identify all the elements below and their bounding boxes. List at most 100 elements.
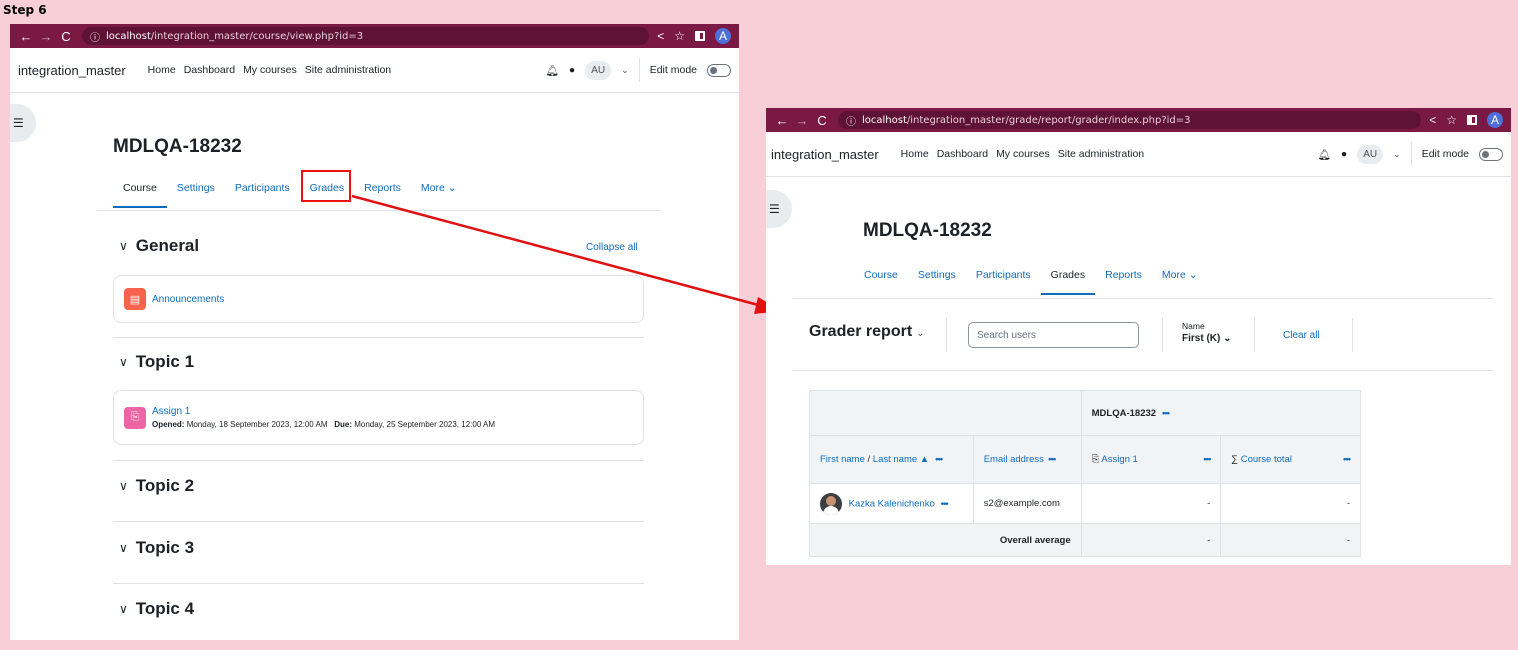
actions-menu-icon[interactable]: •••: [1203, 454, 1211, 465]
course-index-toggle[interactable]: ☰: [10, 104, 36, 142]
forward-icon[interactable]: →: [792, 113, 812, 128]
tab-participants[interactable]: Participants: [225, 182, 300, 194]
edit-mode-toggle[interactable]: [1479, 147, 1503, 161]
divider: [1162, 318, 1163, 352]
nav-dashboard[interactable]: Dashboard: [937, 148, 988, 160]
notification-bell-icon[interactable]: 🔔︎: [546, 64, 559, 77]
forum-icon: ▤: [124, 288, 146, 310]
back-icon[interactable]: ←: [16, 29, 36, 44]
bookmark-star-icon[interactable]: ☆: [1446, 113, 1457, 127]
address-bar[interactable]: ⓘ localhost/integration_master/course/vi…: [82, 27, 650, 45]
nav-my-courses[interactable]: My courses: [243, 64, 297, 76]
back-icon[interactable]: ←: [772, 113, 792, 128]
edit-mode-toggle[interactable]: [707, 63, 731, 77]
course-tabs: Course Settings Participants Grades Repo…: [113, 182, 467, 208]
actions-menu-icon[interactable]: •••: [1047, 454, 1056, 465]
tab-reports[interactable]: Reports: [1095, 269, 1152, 281]
url-path: /integration_master/course/view.php?id=3: [150, 30, 364, 42]
section-general-header[interactable]: ∨ General: [119, 236, 199, 256]
report-title: Grader report: [809, 323, 913, 340]
site-brand[interactable]: integration_master: [18, 63, 126, 78]
grader-report-selector[interactable]: Grader report ⌄: [809, 323, 925, 341]
student-email-cell: s2@example.com: [972, 483, 1082, 524]
forward-icon[interactable]: →: [36, 29, 56, 44]
course-index-toggle[interactable]: ☰: [766, 190, 792, 228]
actions-menu-icon[interactable]: •••: [1343, 454, 1351, 465]
reload-icon[interactable]: C: [812, 113, 832, 128]
share-icon[interactable]: <: [1429, 113, 1436, 127]
sort-first-name-link[interactable]: First name: [820, 454, 865, 465]
section-topic1-header[interactable]: ∨ Topic 1: [119, 352, 194, 372]
collapse-all-link[interactable]: Collapse all: [586, 242, 638, 253]
url-path: /integration_master/grade/report/grader/…: [906, 114, 1191, 126]
tab-settings[interactable]: Settings: [908, 269, 966, 281]
sigma-icon: ∑: [1231, 454, 1239, 465]
tab-settings[interactable]: Settings: [167, 182, 225, 194]
messages-icon[interactable]: ●: [1341, 148, 1347, 160]
notification-bell-icon[interactable]: 🔔︎: [1318, 148, 1331, 161]
clear-all-link[interactable]: Clear all: [1283, 330, 1320, 341]
assignment-icon: ⎘: [124, 406, 146, 429]
section-title: Topic 1: [135, 352, 195, 371]
share-icon[interactable]: <: [657, 29, 664, 43]
actions-menu-icon[interactable]: •••: [932, 454, 943, 465]
user-menu-avatar[interactable]: AU: [585, 60, 612, 80]
address-bar[interactable]: ⓘ localhost/integration_master/grade/rep…: [838, 111, 1422, 129]
section-title: Topic 3: [135, 538, 195, 557]
site-info-icon[interactable]: ⓘ: [90, 29, 100, 44]
side-panel-icon[interactable]: [1467, 115, 1477, 125]
section-divider: [113, 521, 644, 522]
divider: [1254, 318, 1255, 352]
tab-course[interactable]: Course: [854, 269, 908, 281]
nav-my-courses[interactable]: My courses: [996, 148, 1050, 160]
user-menu-avatar[interactable]: AU: [1357, 144, 1384, 164]
chevron-down-icon: ∨: [119, 479, 128, 493]
sort-last-name-link[interactable]: Last name: [873, 454, 917, 465]
site-brand[interactable]: integration_master: [771, 147, 879, 162]
tab-course[interactable]: Course: [113, 182, 167, 208]
nav-site-admin[interactable]: Site administration: [305, 64, 391, 76]
student-assign-grade[interactable]: -: [1080, 483, 1222, 524]
section-topic3-header[interactable]: ∨ Topic 3: [119, 538, 194, 558]
nav-dashboard[interactable]: Dashboard: [184, 64, 235, 76]
site-info-icon[interactable]: ⓘ: [846, 113, 856, 128]
section-title: Topic 4: [135, 599, 195, 618]
filter-divider: [792, 370, 1493, 371]
chevron-down-icon[interactable]: ⌄: [1393, 149, 1401, 160]
profile-avatar[interactable]: A: [1487, 112, 1503, 128]
search-users-input[interactable]: Search users: [968, 322, 1139, 348]
moodle-navbar: integration_master Home Dashboard My cou…: [10, 48, 739, 93]
grader-table: MDLQA-18232 ••• First name / Last name ▲…: [809, 390, 1362, 557]
side-panel-icon[interactable]: [695, 31, 705, 41]
bookmark-star-icon[interactable]: ☆: [674, 29, 685, 43]
tab-more[interactable]: More ⌄: [411, 182, 467, 194]
assign-1-link[interactable]: Assign 1: [1101, 454, 1137, 465]
chevron-down-icon[interactable]: ⌄: [621, 65, 629, 76]
tab-grades[interactable]: Grades: [1040, 269, 1096, 295]
tab-reports[interactable]: Reports: [354, 182, 411, 194]
section-topic2-header[interactable]: ∨ Topic 2: [119, 476, 194, 496]
name-column-header: First name / Last name ▲ •••: [809, 435, 974, 484]
name-filter[interactable]: Name First (K) ⌄: [1182, 321, 1232, 344]
sort-email-link[interactable]: Email address: [984, 454, 1044, 465]
nav-home[interactable]: Home: [901, 148, 929, 160]
nav-home[interactable]: Home: [148, 64, 176, 76]
tab-participants[interactable]: Participants: [966, 269, 1041, 281]
messages-icon[interactable]: ●: [569, 64, 575, 76]
activity-assign-1[interactable]: ⎘ Assign 1 Opened: Monday, 18 September …: [113, 390, 644, 445]
activity-announcements[interactable]: ▤ Announcements: [113, 275, 644, 323]
reload-icon[interactable]: C: [56, 29, 76, 44]
chevron-down-icon: ∨: [119, 239, 128, 253]
profile-avatar[interactable]: A: [715, 28, 731, 44]
student-name-link[interactable]: Kazka Kalenichenko: [849, 498, 935, 509]
activity-name[interactable]: Announcements: [152, 294, 224, 305]
tab-more[interactable]: More ⌄: [1152, 269, 1208, 281]
section-topic4-header[interactable]: ∨ Topic 4: [119, 599, 194, 619]
nav-site-admin[interactable]: Site administration: [1058, 148, 1144, 160]
table-row: MDLQA-18232 •••: [809, 390, 1362, 436]
course-title: MDLQA-18232: [113, 136, 242, 157]
table-row: First name / Last name ▲ ••• Email addre…: [809, 435, 1361, 484]
actions-menu-icon[interactable]: •••: [937, 498, 949, 509]
actions-menu-icon[interactable]: •••: [1159, 408, 1170, 419]
activity-name[interactable]: Assign 1: [152, 406, 495, 417]
